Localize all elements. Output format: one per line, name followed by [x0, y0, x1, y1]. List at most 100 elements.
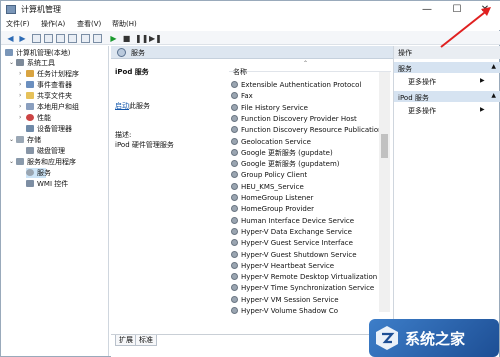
service-row[interactable]: Fax [229, 91, 379, 102]
tab-extended[interactable]: 扩展 [115, 335, 137, 346]
service-row[interactable]: Google 更新服务 (gupdate) [229, 148, 379, 159]
submenu-arrow-icon: ▶ [480, 106, 485, 113]
service-row[interactable]: File History Service [229, 103, 379, 114]
tree-wmi[interactable]: WMI 控件 [26, 179, 68, 189]
selected-service-title: iPod 服务 [115, 68, 149, 76]
menu-action[interactable]: 操作(A) [41, 19, 65, 29]
menu-file[interactable]: 文件(F) [6, 19, 30, 29]
restart-icon[interactable]: ▶❚ [149, 34, 162, 43]
tree-performance[interactable]: 性能 [26, 113, 51, 123]
watermark-logo-icon [376, 326, 398, 350]
service-row[interactable]: Hyper-V Heartbeat Service [229, 261, 379, 272]
service-row[interactable]: Function Discovery Resource Publication [229, 125, 379, 136]
view-icon[interactable] [93, 34, 102, 43]
service-name: Fax [241, 92, 253, 101]
collapse-arrow-icon[interactable]: › [19, 102, 21, 112]
actions-section-services[interactable]: 服务 ▲ [394, 62, 500, 73]
tree-local-users[interactable]: 本地用户和组 [26, 102, 79, 112]
expand-arrow-icon[interactable]: ⌄ [9, 157, 14, 167]
service-description-panel: iPod 服务 启动此服务 描述: iPod 硬件管理服务 [111, 60, 227, 333]
refresh-icon[interactable] [68, 34, 77, 43]
scrollbar-thumb[interactable] [381, 134, 388, 158]
collapse-arrow-icon[interactable]: › [19, 113, 21, 123]
gear-icon [231, 273, 238, 281]
collapse-arrow-icon[interactable]: › [19, 91, 21, 101]
tree-storage[interactable]: 存储 [16, 135, 41, 145]
service-row[interactable]: Hyper-V Guest Shutdown Service [229, 250, 379, 261]
service-row[interactable]: Google 更新服务 (gupdatem) [229, 159, 379, 170]
start-service-link[interactable]: 启动此服务 [115, 101, 150, 111]
export-list-icon[interactable] [56, 34, 65, 43]
service-name: Hyper-V Data Exchange Service [241, 227, 352, 236]
gear-icon [26, 169, 34, 176]
service-row[interactable]: Extensible Authentication Protocol [229, 80, 379, 91]
tree-services-apps[interactable]: 服务和应用程序 [16, 157, 76, 167]
show-hide-tree-icon[interactable] [44, 34, 53, 43]
tree-system-tools[interactable]: 系统工具 [16, 58, 55, 68]
service-name: Geolocation Service [241, 137, 311, 146]
up-level-icon[interactable] [32, 34, 41, 43]
service-row[interactable]: Hyper-V Guest Service Interface [229, 238, 379, 249]
service-name: Hyper-V Guest Service Interface [241, 239, 353, 248]
collapse-arrow-icon[interactable]: › [19, 80, 21, 90]
service-row[interactable]: Hyper-V Data Exchange Service [229, 227, 379, 238]
tree-services[interactable]: 服务 [26, 168, 51, 178]
service-row[interactable]: Hyper-V VM Session Service [229, 295, 379, 306]
more-actions-services[interactable]: 更多操作 ▶ [408, 77, 485, 87]
service-row[interactable]: Function Discovery Provider Host [229, 114, 379, 125]
tree-task-scheduler[interactable]: 任务计划程序 [26, 69, 79, 79]
expand-arrow-icon[interactable]: ⌄ [9, 58, 14, 68]
title-bar: 计算机管理 — ☐ ✕ [1, 1, 500, 18]
view-tabs: 扩展 标准 [111, 334, 393, 347]
stop-icon[interactable]: ■ [122, 34, 131, 43]
service-row[interactable]: HomeGroup Listener [229, 193, 379, 204]
column-header-name[interactable]: ⌃ 名称 [229, 60, 391, 76]
tree-shared-folders[interactable]: 共享文件夹 [26, 91, 72, 101]
users-icon [26, 103, 34, 110]
service-row[interactable]: Human Interface Device Service [229, 216, 379, 227]
event-log-icon [26, 81, 34, 88]
service-row[interactable]: Group Policy Client [229, 170, 379, 181]
service-name: Human Interface Device Service [241, 216, 355, 225]
service-row[interactable]: Geolocation Service [229, 137, 379, 148]
service-row[interactable]: HEU_KMS_Service [229, 182, 379, 193]
service-row[interactable]: Hyper-V Remote Desktop Virtualization ..… [229, 272, 379, 283]
tab-standard[interactable]: 标准 [135, 335, 157, 346]
service-row[interactable]: HomeGroup Provider [229, 204, 379, 215]
gear-icon [231, 126, 238, 134]
pause-icon[interactable]: ❚❚ [135, 34, 148, 43]
start-icon[interactable]: ▶ [109, 34, 118, 43]
gear-icon [231, 182, 238, 190]
close-button[interactable]: ✕ [471, 1, 499, 18]
properties-icon[interactable] [81, 34, 90, 43]
menu-view[interactable]: 查看(V) [77, 19, 101, 29]
tree-event-viewer[interactable]: 事件查看器 [26, 80, 72, 90]
service-name: HEU_KMS_Service [241, 182, 304, 191]
tree-device-manager[interactable]: 设备管理器 [26, 124, 72, 134]
service-row[interactable]: Hyper-V Volume Shadow Co [229, 306, 379, 317]
expand-arrow-icon[interactable]: ⌄ [9, 135, 14, 145]
tree-disk-management[interactable]: 磁盘管理 [26, 146, 65, 156]
performance-icon [26, 114, 34, 121]
gear-icon [231, 261, 238, 269]
service-name: Hyper-V Remote Desktop Virtualization ..… [241, 273, 379, 282]
gear-icon [231, 160, 238, 168]
tree-root[interactable]: 计算机管理(本地) [5, 48, 70, 58]
minimize-button[interactable]: — [413, 1, 441, 18]
more-actions-ipod[interactable]: 更多操作 ▶ [408, 106, 485, 116]
collapse-arrow-icon[interactable]: › [19, 69, 21, 79]
services-icon [117, 48, 126, 57]
back-icon[interactable]: ◀ [6, 34, 15, 43]
menu-help[interactable]: 帮助(H) [112, 19, 137, 29]
services-header: 服务 [111, 46, 393, 59]
vertical-scrollbar[interactable] [379, 72, 390, 312]
services-pane: 服务 iPod 服务 启动此服务 描述: iPod 硬件管理服务 ⌃ 名称 Ex… [111, 46, 393, 357]
submenu-arrow-icon: ▶ [480, 77, 485, 84]
forward-icon[interactable]: ▶ [18, 34, 27, 43]
actions-section-ipod[interactable]: iPod 服务 ▲ [394, 91, 500, 102]
gear-icon [231, 92, 238, 100]
maximize-button[interactable]: ☐ [443, 1, 471, 18]
gear-icon [231, 103, 238, 111]
service-name: Hyper-V Heartbeat Service [241, 261, 335, 270]
service-row[interactable]: Hyper-V Time Synchronization Service [229, 283, 379, 294]
